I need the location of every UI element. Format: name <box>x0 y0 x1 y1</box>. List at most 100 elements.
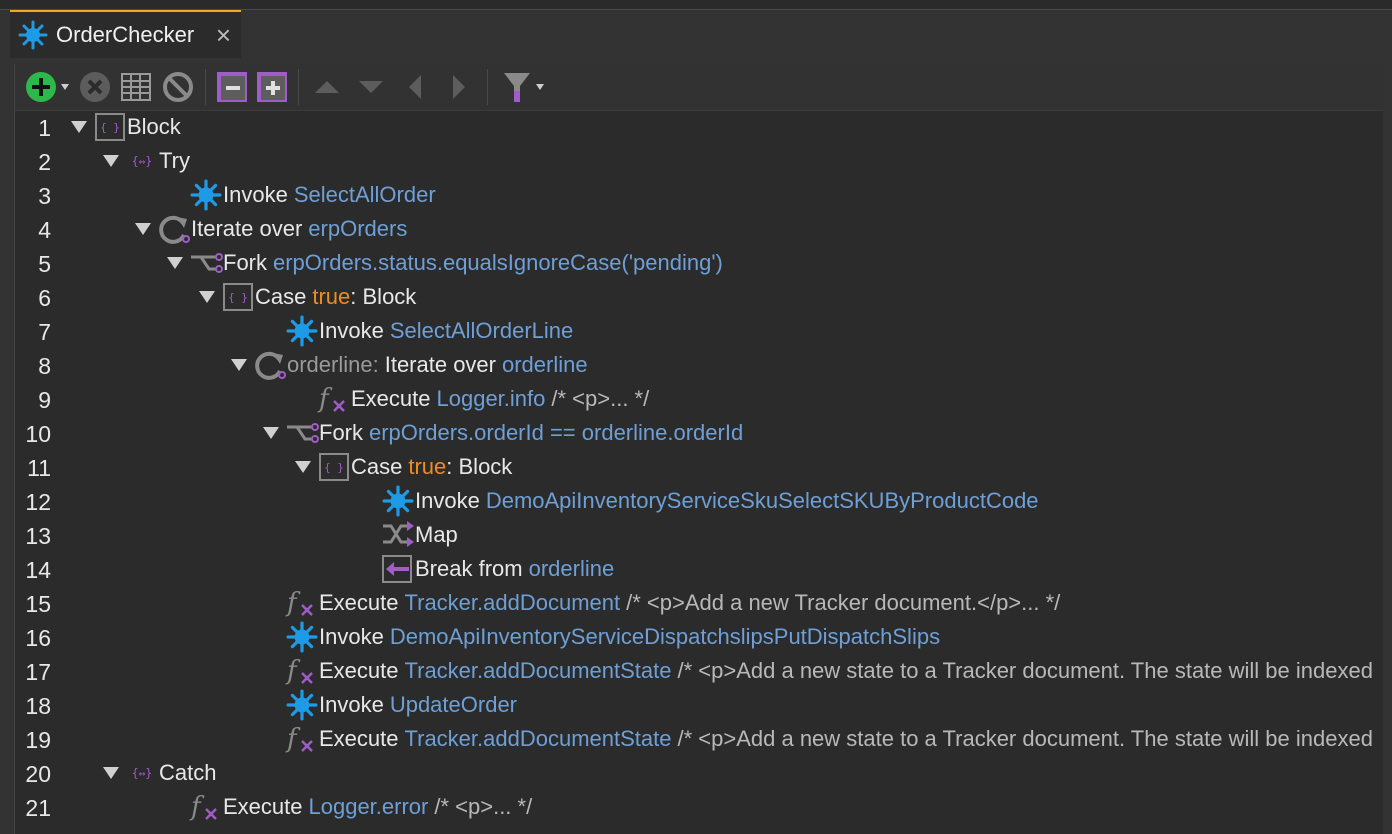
line-number: 17 <box>25 659 51 685</box>
step-keyword: Break from <box>415 556 523 581</box>
step-node[interactable]: f Execute Tracker.addDocumentState/* <p>Ad… <box>285 654 1373 688</box>
tree-row[interactable]: 21 f Execute Logger.error/* <p>... */ <box>15 790 1383 824</box>
invoke-service-icon <box>189 179 223 211</box>
step-node[interactable]: { } Case true: Block <box>295 450 512 484</box>
filter-button[interactable] <box>494 69 554 105</box>
tree-row[interactable]: 12 Invoke DemoApiInventoryServiceSkuSelect… <box>15 484 1383 518</box>
function-execute-icon: f <box>285 587 319 619</box>
disable-step-button[interactable] <box>157 69 199 105</box>
tree-row[interactable]: 6 { } Case true: Block <box>15 280 1383 314</box>
tree-row[interactable]: 20 {↔} Catch <box>15 756 1383 790</box>
tree-row[interactable]: 10 Fork erpOrders.orderId == orderline.ord… <box>15 416 1383 450</box>
try-catch-icon: {↔} <box>125 145 159 177</box>
step-node[interactable]: { } Case true: Block <box>199 280 416 314</box>
move-right-icon <box>453 75 465 99</box>
line-number: 20 <box>25 761 51 787</box>
step-node[interactable]: Invoke SelectAllOrderLine <box>285 314 573 348</box>
step-comment: /* <p>Add a new Tracker document.</p>...… <box>626 590 1061 615</box>
block-icon: { } <box>317 451 351 483</box>
close-icon[interactable]: × <box>216 22 231 48</box>
move-up-icon <box>315 81 339 93</box>
expand-toggle-icon[interactable] <box>199 291 215 303</box>
move-right-button[interactable] <box>437 69 481 105</box>
step-node[interactable]: Iterate over erpOrders <box>135 212 407 246</box>
expand-toggle-icon[interactable] <box>135 223 151 235</box>
tree-row[interactable]: 7 Invoke SelectAllOrderLine <box>15 314 1383 348</box>
step-keyword: Invoke <box>223 182 288 207</box>
tree-row[interactable]: 5 Fork erpOrders.status.equalsIgnoreCase('… <box>15 246 1383 280</box>
step-reference: Logger.error <box>308 794 429 819</box>
case-value: true <box>408 454 447 479</box>
tree-row[interactable]: 4 Iterate over erpOrders <box>15 212 1383 246</box>
add-step-button[interactable] <box>23 69 75 105</box>
step-node[interactable]: { } Block <box>71 110 181 144</box>
step-comment: /* <p>... */ <box>434 794 533 819</box>
tree-row[interactable]: 2 {↔} Try <box>15 144 1383 178</box>
move-up-button[interactable] <box>305 69 349 105</box>
move-down-button[interactable] <box>349 69 393 105</box>
step-node[interactable]: Invoke DemoApiInventoryServiceDispatchsli… <box>285 620 940 654</box>
collapse-all-button[interactable] <box>212 69 252 105</box>
step-reference: DemoApiInventoryServiceSkuSelectSKUByPro… <box>485 488 1039 513</box>
expand-toggle-icon[interactable] <box>167 257 183 269</box>
step-node[interactable]: f Execute Tracker.addDocumentState/* <p>Ad… <box>285 722 1373 756</box>
expand-all-button[interactable] <box>252 69 292 105</box>
step-reference: Tracker.addDocument <box>404 590 621 615</box>
step-node[interactable]: {↔} Catch <box>103 756 216 790</box>
step-reference: orderline <box>502 352 588 377</box>
tree-row[interactable]: 9 f Execute Logger.info/* <p>... */ <box>15 382 1383 416</box>
step-keyword: Case <box>351 454 403 479</box>
step-keyword: Execute <box>319 590 399 615</box>
tree-row[interactable]: 8 orderline: Iterate over orderline <box>15 348 1383 382</box>
tree-row[interactable]: 16 Invoke DemoApiInventoryServiceDispatchs… <box>15 620 1383 654</box>
step-node[interactable]: f Execute Tracker.addDocument/* <p>Add a n… <box>285 586 1060 620</box>
step-node[interactable]: Invoke SelectAllOrder <box>189 178 436 212</box>
tree-row[interactable]: 11 { } Case true: Block <box>15 450 1383 484</box>
toolbar-separator <box>298 69 299 105</box>
add-icon <box>26 72 69 102</box>
tree-row[interactable]: 17 f Execute Tracker.addDocumentState/* <p>… <box>15 654 1383 688</box>
step-node[interactable]: Fork erpOrders.status.equalsIgnoreCase('p… <box>167 246 723 280</box>
step-reference: Tracker.addDocumentState <box>404 658 672 683</box>
table-view-button[interactable] <box>115 69 157 105</box>
step-node[interactable]: orderline: Iterate over orderline <box>231 348 588 382</box>
window-top-strip <box>0 0 1392 10</box>
tree-row[interactable]: 3 Invoke SelectAllOrder <box>15 178 1383 212</box>
tree-row[interactable]: 14 Break from orderline <box>15 552 1383 586</box>
step-node[interactable]: Map <box>381 518 458 552</box>
expand-toggle-icon[interactable] <box>231 359 247 371</box>
step-keyword-suffix: : Block <box>350 284 417 309</box>
step-keyword-suffix: : Block <box>446 454 513 479</box>
step-keyword: Invoke <box>415 488 480 513</box>
tree-row[interactable]: 15 f Execute Tracker.addDocument/* <p>Add a… <box>15 586 1383 620</box>
step-node[interactable]: {↔} Try <box>103 144 190 178</box>
step-reference: Logger.info <box>436 386 546 411</box>
editor-toolbar <box>15 64 1383 111</box>
move-left-button[interactable] <box>393 69 437 105</box>
step-reference: erpOrders.status.equalsIgnoreCase('pendi… <box>273 250 723 275</box>
expand-toggle-icon[interactable] <box>263 427 279 439</box>
step-node[interactable]: Fork erpOrders.orderId == orderline.order… <box>263 416 743 450</box>
step-node[interactable]: f Execute Logger.error/* <p>... */ <box>189 790 532 824</box>
invoke-service-icon <box>381 485 415 517</box>
tree-row[interactable]: 13 Map <box>15 518 1383 552</box>
step-keyword: Execute <box>223 794 303 819</box>
break-icon <box>381 553 415 585</box>
expand-toggle-icon[interactable] <box>103 767 119 779</box>
step-node[interactable]: Break from orderline <box>381 552 614 586</box>
step-node[interactable]: Invoke UpdateOrder <box>285 688 517 722</box>
step-reference: SelectAllOrderLine <box>389 318 574 343</box>
delete-button[interactable] <box>75 69 115 105</box>
expand-toggle-icon[interactable] <box>71 121 87 133</box>
expand-toggle-icon[interactable] <box>295 461 311 473</box>
step-node[interactable]: Invoke DemoApiInventoryServiceSkuSelectSK… <box>381 484 1039 518</box>
try-catch-icon: {↔} <box>125 757 159 789</box>
expand-toggle-icon[interactable] <box>103 155 119 167</box>
tree-row[interactable]: 18 Invoke UpdateOrder <box>15 688 1383 722</box>
step-reference: Tracker.addDocumentState <box>404 726 672 751</box>
tab-orderchecker[interactable]: OrderChecker × <box>10 10 241 58</box>
tree-row[interactable]: 19 f Execute Tracker.addDocumentState/* <p>… <box>15 722 1383 756</box>
step-reference: SelectAllOrder <box>293 182 436 207</box>
tree-row[interactable]: 1 { } Block <box>15 110 1383 144</box>
step-node[interactable]: f Execute Logger.info/* <p>... */ <box>317 382 649 416</box>
